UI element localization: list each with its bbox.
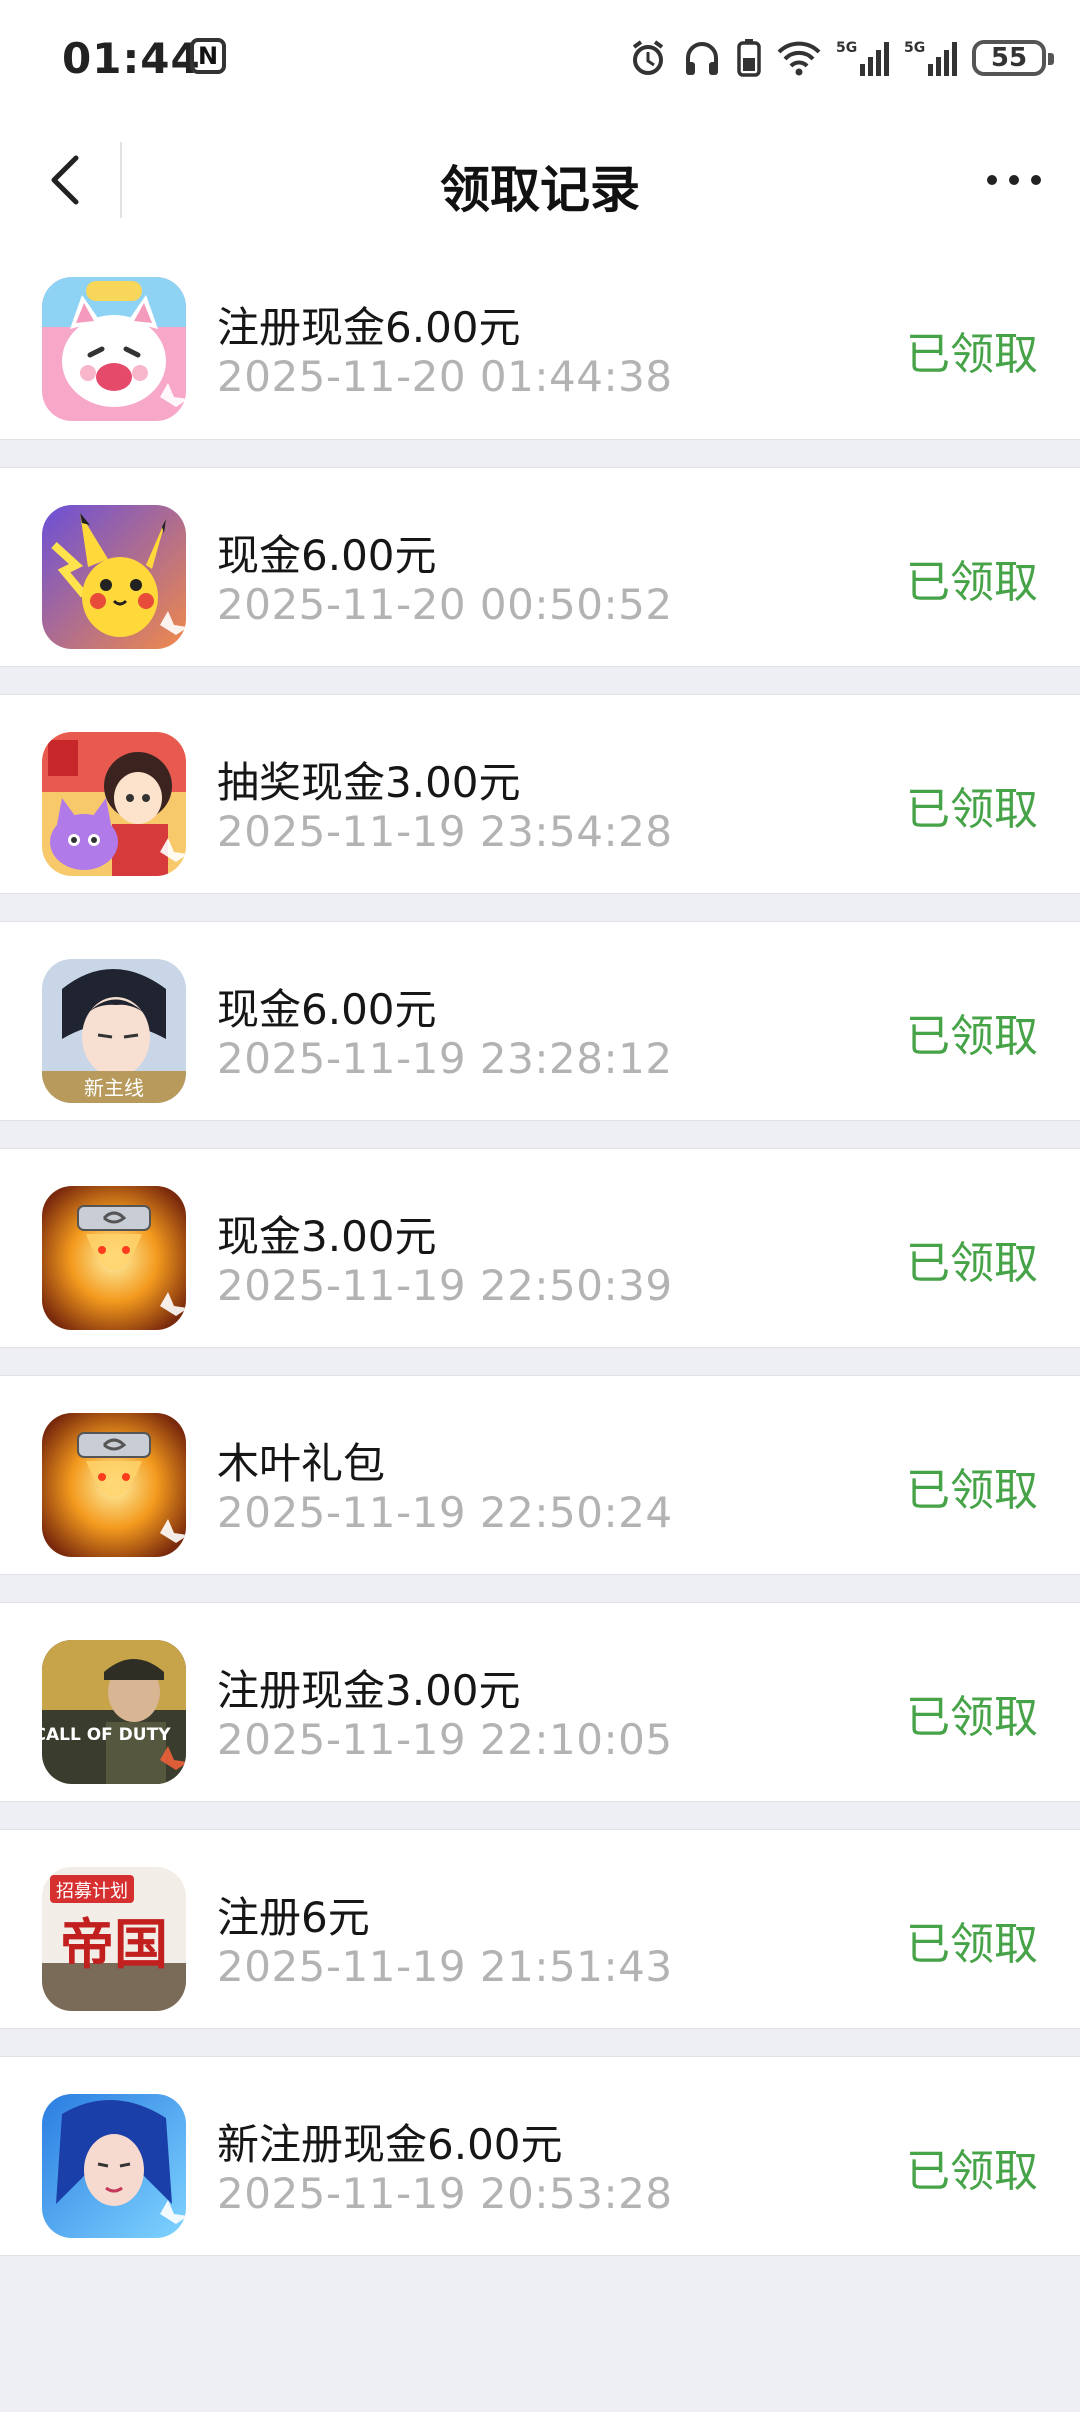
naruto-game-icon xyxy=(42,1413,186,1557)
record-row[interactable]: 现金6.00元 2025-11-20 00:50:52 已领取 xyxy=(0,467,1080,667)
record-date: 2025-11-20 00:50:52 xyxy=(217,580,673,629)
record-date: 2025-11-19 20:53:28 xyxy=(217,2169,673,2218)
record-name: 木叶礼包 xyxy=(217,1439,386,1488)
status-claimed: 已领取 xyxy=(906,1238,1038,1289)
record-date: 2025-11-19 21:51:43 xyxy=(217,1942,673,1991)
page-title: 领取记录 xyxy=(440,161,640,219)
record-name: 注册6元 xyxy=(217,1893,370,1942)
call-of-duty-game-icon: CALL OF DUTY xyxy=(42,1640,186,1784)
status-claimed: 已领取 xyxy=(906,2146,1038,2197)
record-row[interactable]: CALL OF DUTY 注册现金3.00元 2025-11-19 22:10:… xyxy=(0,1602,1080,1802)
empire-game-icon: 招募计划 帝国 xyxy=(42,1867,186,2011)
headphones-icon xyxy=(686,42,718,75)
record-name: 现金6.00元 xyxy=(217,985,437,1034)
svg-text:5G: 5G xyxy=(904,40,925,56)
status-claimed: 已领取 xyxy=(906,784,1038,835)
record-date: 2025-11-19 23:28:12 xyxy=(217,1034,673,1083)
svg-text:招募计划: 招募计划 xyxy=(56,1881,128,1902)
status-bar: 01:44 N 5G 5G 55 xyxy=(0,0,1080,120)
record-row[interactable]: 新注册现金6.00元 2025-11-19 20:53:28 已领取 xyxy=(0,2056,1080,2256)
status-time: 01:44 xyxy=(62,34,201,83)
svg-text:新主线: 新主线 xyxy=(84,1076,144,1100)
record-name: 现金3.00元 xyxy=(217,1212,437,1261)
record-row[interactable]: 新主线 现金6.00元 2025-11-19 23:28:12 已领取 xyxy=(0,921,1080,1121)
blue-hair-hero-game-icon xyxy=(42,2094,186,2238)
record-list: 注册现金6.00元 2025-11-20 01:44:38 已领取 现金6.00… xyxy=(0,240,1080,2283)
record-date: 2025-11-19 22:50:24 xyxy=(217,1488,673,1537)
svg-text:5G: 5G xyxy=(836,40,857,56)
phone-battery-icon xyxy=(737,39,761,77)
signal-5g-icon: 5G xyxy=(836,40,889,76)
wifi-icon xyxy=(777,41,821,76)
romance-game-icon: 新主线 xyxy=(42,959,186,1103)
signal-5g-icon: 5G xyxy=(904,40,957,76)
record-date: 2025-11-20 01:44:38 xyxy=(217,352,673,401)
status-claimed: 已领取 xyxy=(906,1692,1038,1743)
status-icons: 5G 5G 55 xyxy=(628,36,1054,80)
nfc-icon: N xyxy=(190,38,226,74)
record-date: 2025-11-19 22:50:39 xyxy=(217,1261,673,1310)
festival-girl-game-icon xyxy=(42,732,186,876)
pikachu-game-icon xyxy=(42,505,186,649)
status-claimed: 已领取 xyxy=(906,329,1038,380)
status-claimed: 已领取 xyxy=(906,557,1038,608)
status-claimed: 已领取 xyxy=(906,1465,1038,1516)
record-date: 2025-11-19 23:54:28 xyxy=(217,807,673,856)
svg-text:帝国: 帝国 xyxy=(60,1913,168,1976)
record-name: 新注册现金6.00元 xyxy=(217,2120,563,2169)
alarm-icon xyxy=(632,40,664,75)
status-claimed: 已领取 xyxy=(906,1011,1038,1062)
record-row[interactable]: 招募计划 帝国 注册6元 2025-11-19 21:51:43 已领取 xyxy=(0,1829,1080,2029)
record-name: 现金6.00元 xyxy=(217,531,437,580)
nav-bar: 领取记录 xyxy=(0,120,1080,240)
svg-text:CALL OF DUTY: CALL OF DUTY xyxy=(42,1725,171,1745)
record-date: 2025-11-19 22:10:05 xyxy=(217,1715,673,1764)
battery-icon: 55 xyxy=(972,40,1054,76)
record-row[interactable]: 注册现金6.00元 2025-11-20 01:44:38 已领取 xyxy=(0,240,1080,440)
record-name: 注册现金6.00元 xyxy=(217,303,521,352)
cat-mascot-game-icon xyxy=(42,277,186,421)
more-options-icon[interactable] xyxy=(982,160,1046,200)
record-row[interactable]: 木叶礼包 2025-11-19 22:50:24 已领取 xyxy=(0,1375,1080,1575)
record-name: 注册现金3.00元 xyxy=(217,1666,521,1715)
record-name: 抽奖现金3.00元 xyxy=(217,758,521,807)
record-row[interactable]: 现金3.00元 2025-11-19 22:50:39 已领取 xyxy=(0,1148,1080,1348)
record-row[interactable]: 抽奖现金3.00元 2025-11-19 23:54:28 已领取 xyxy=(0,694,1080,894)
naruto-game-icon xyxy=(42,1186,186,1330)
status-claimed: 已领取 xyxy=(906,1919,1038,1970)
